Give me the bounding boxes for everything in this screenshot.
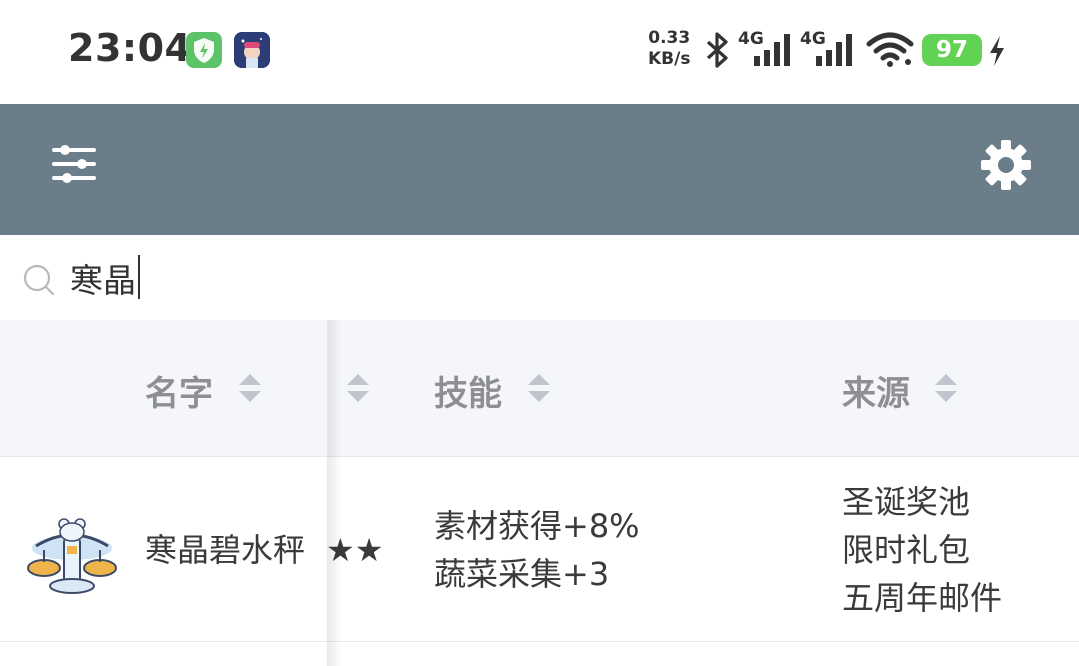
text-caret: [138, 255, 140, 299]
status-time: 23:04: [68, 26, 192, 70]
fixed-column-shadow: [328, 320, 342, 666]
skill-line: 蔬菜采集+3: [434, 555, 610, 593]
network-speed-value: 0.33: [648, 28, 691, 48]
top-toolbar: [0, 104, 1079, 235]
scale-item-icon: [27, 518, 117, 594]
item-sources: 圣诞奖池 限时礼包 五周年邮件: [842, 478, 1002, 622]
source-line: 圣诞奖池: [842, 483, 971, 521]
sort-icon[interactable]: [237, 371, 263, 405]
item-name: 寒晶碧水秤: [145, 531, 306, 569]
battery-indicator: 97: [922, 34, 982, 66]
sort-icon[interactable]: [345, 371, 371, 405]
network-speed: 0.33 KB/s: [648, 28, 690, 70]
wifi-icon: [866, 32, 914, 67]
search-icon: [23, 264, 55, 296]
item-skills: 素材获得+8% 蔬菜采集+3: [434, 502, 640, 598]
network-speed-unit: KB/s: [648, 49, 691, 69]
column-header-skill[interactable]: 技能: [434, 366, 502, 415]
sort-icon[interactable]: [933, 371, 959, 405]
signal-icon: 4G: [738, 28, 796, 70]
bluetooth-icon: [706, 32, 728, 68]
source-line: 五周年邮件: [842, 579, 1003, 617]
table-row-next: [0, 643, 1079, 666]
signal-label-1: 4G: [738, 29, 764, 49]
charging-icon: [990, 36, 1004, 66]
signal-icon: 4G: [800, 28, 858, 70]
sort-icon[interactable]: [526, 371, 552, 405]
column-header-name[interactable]: 名字: [145, 366, 213, 415]
skill-line: 素材获得+8%: [434, 507, 640, 545]
signal-label-2: 4G: [800, 29, 826, 49]
shield-app-icon: [186, 32, 222, 68]
search-input[interactable]: [70, 254, 1030, 302]
game-app-icon: [234, 32, 270, 68]
source-line: 限时礼包: [842, 531, 971, 569]
column-header-source[interactable]: 来源: [842, 366, 910, 415]
gear-icon[interactable]: [980, 139, 1032, 191]
filter-sliders-icon[interactable]: [52, 142, 96, 186]
status-bar: 23:04 0.33 KB/s 4G 4G 97: [0, 0, 1079, 104]
